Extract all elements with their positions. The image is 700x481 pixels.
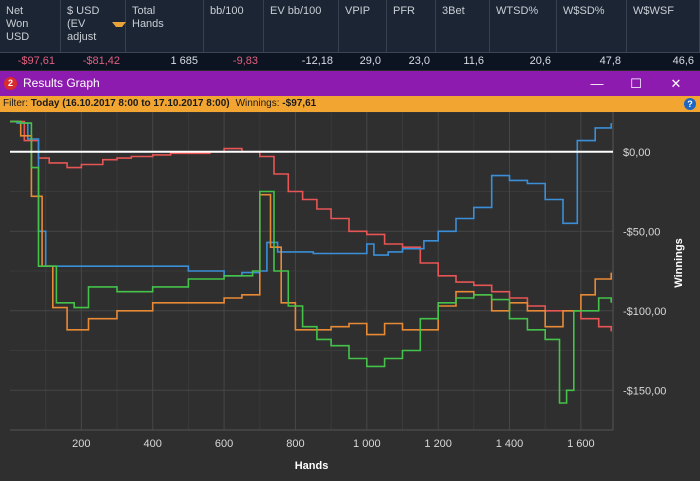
poker-tracker-window: Net Won USD $ USD (EV adjust Total Hands bb… — [0, 0, 700, 481]
column-header-label: EV bb/100 — [270, 5, 322, 17]
x-tick-label: 200 — [72, 438, 90, 450]
column-header[interactable]: EV bb/100 — [264, 0, 339, 52]
stats-header-row: Net Won USD $ USD (EV adjust Total Hands bb… — [0, 0, 700, 52]
stat-value: 20,6 — [529, 55, 551, 67]
help-icon[interactable]: ? — [684, 98, 696, 110]
filter-range: Today (16.10.2017 8:00 to 17.10.2017 8:0… — [30, 98, 230, 109]
column-header-label: $ USD (EV adjust — [67, 5, 100, 43]
column-header[interactable]: PFR — [387, 0, 436, 52]
filter-text: Filter: Today (16.10.2017 8:00 to 17.10.… — [3, 96, 316, 112]
stats-value-row[interactable]: -$97,61 -$81,42 1 685 -9,83 -12,18 29,0 23,0 11… — [0, 52, 700, 70]
x-tick-label: 1 000 — [353, 438, 381, 450]
column-header[interactable]: WTSD% — [490, 0, 557, 52]
column-header[interactable]: Net Won USD — [0, 0, 61, 52]
x-tick-label: 1 600 — [567, 438, 595, 450]
app-badge-icon: 2 — [4, 77, 17, 90]
x-tick-label: 1 200 — [424, 438, 452, 450]
filter-bar: Filter: Today (16.10.2017 8:00 to 17.10.… — [0, 96, 700, 112]
winnings-label: Winnings: — [235, 98, 283, 109]
minimize-button[interactable]: — — [579, 71, 615, 96]
close-button[interactable]: ✕ — [658, 71, 694, 96]
x-tick-label: 1 400 — [496, 438, 524, 450]
column-header-label: W$SD% — [563, 5, 605, 17]
stat-value: 46,6 — [672, 55, 694, 67]
stat-value: -$81,42 — [82, 55, 120, 67]
stats-table: Net Won USD $ USD (EV adjust Total Hands bb… — [0, 0, 700, 70]
y-tick-label: -$100,00 — [623, 306, 666, 318]
y-tick-label: $0,00 — [623, 147, 651, 159]
filter-prefix: Filter: — [3, 98, 31, 109]
stat-value: 1 685 — [170, 55, 198, 67]
y-tick-label: -$150,00 — [623, 385, 666, 397]
stat-value: -12,18 — [301, 55, 333, 67]
column-header-label: Total Hands — [132, 5, 164, 30]
results-chart: 200 400 600 800 1 000 1 200 1 400 1 600 $0,00 -$5… — [10, 112, 685, 472]
results-graph-titlebar[interactable]: 2 Results Graph — ☐ ✕ — [0, 71, 700, 96]
winnings-value: -$97,61 — [282, 98, 317, 109]
column-header[interactable]: $ USD (EV adjust — [61, 0, 126, 52]
x-tick-label: 600 — [215, 438, 233, 450]
maximize-button[interactable]: ☐ — [618, 71, 654, 96]
x-tick-label: 800 — [286, 438, 304, 450]
stat-value: -$97,61 — [17, 55, 55, 67]
y-tick-label: -$50,00 — [623, 226, 660, 238]
column-header[interactable]: W$SD% — [557, 0, 627, 52]
stat-value: 29,0 — [359, 55, 381, 67]
x-tick-label: 400 — [144, 438, 162, 450]
x-axis-label: Hands — [295, 460, 329, 472]
column-header[interactable]: VPIP — [339, 0, 387, 52]
window-title: Results Graph — [23, 76, 100, 90]
column-header[interactable]: W$WSF — [627, 0, 700, 52]
results-graph[interactable]: 200 400 600 800 1 000 1 200 1 400 1 600 $0,00 -$5… — [0, 112, 700, 481]
stat-value: 23,0 — [408, 55, 430, 67]
column-header[interactable]: bb/100 — [204, 0, 264, 52]
y-axis-label: Winnings — [673, 238, 685, 287]
column-header[interactable]: 3Bet — [436, 0, 490, 52]
stat-value: -9,83 — [232, 55, 258, 67]
column-header-label: Net Won USD — [6, 5, 30, 43]
column-header[interactable]: Total Hands — [126, 0, 204, 52]
column-header-label: WTSD% — [496, 5, 539, 17]
column-header-label: W$WSF — [633, 5, 674, 17]
sort-desc-icon — [112, 22, 126, 27]
stat-value: 47,8 — [599, 55, 621, 67]
stat-value: 11,6 — [463, 55, 484, 67]
